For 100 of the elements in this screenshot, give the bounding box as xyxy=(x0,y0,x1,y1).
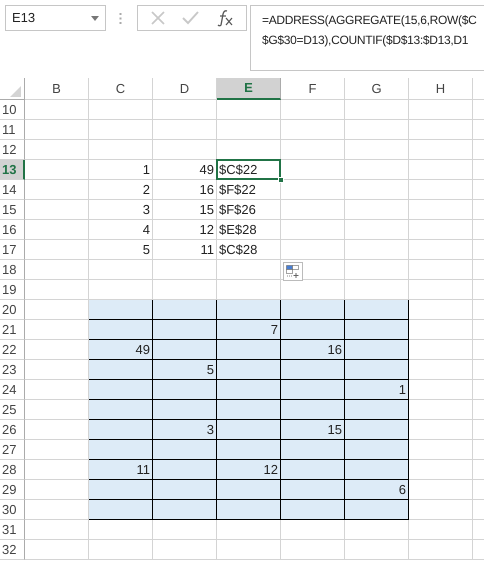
cell-value: 11 xyxy=(136,460,150,479)
cell-value: 49 xyxy=(136,340,150,359)
cell-value: 12 xyxy=(264,460,278,479)
cell-value: 5 xyxy=(142,240,150,259)
row-header[interactable]: 13 xyxy=(0,160,25,180)
row-header[interactable]: 16 xyxy=(0,220,25,240)
function-icon[interactable] xyxy=(216,9,234,27)
formula-text: =ADDRESS(AGGREGATE(15,6,ROW($C xyxy=(262,12,476,29)
grid-cell xyxy=(217,520,281,540)
grid-cell xyxy=(25,140,89,160)
cell-value: 1 xyxy=(142,160,150,179)
row-header[interactable]: 25 xyxy=(0,400,25,420)
column-header[interactable]: B xyxy=(25,78,89,100)
grid-cell xyxy=(25,260,89,280)
grid-cell xyxy=(345,260,409,280)
grid-cell xyxy=(345,160,409,180)
grid-cell xyxy=(345,100,409,120)
fill-handle[interactable] xyxy=(278,177,284,183)
column-header[interactable]: D xyxy=(153,78,217,100)
column-header[interactable]: F xyxy=(281,78,345,100)
grid-cell xyxy=(345,540,409,560)
cell-value: 4 xyxy=(142,220,150,239)
grid-cell xyxy=(345,200,409,220)
row-header[interactable]: 23 xyxy=(0,360,25,380)
column-header[interactable]: G xyxy=(345,78,409,100)
grid-cell xyxy=(409,180,473,200)
row-header[interactable]: 14 xyxy=(0,180,25,200)
row-header[interactable]: 22 xyxy=(0,340,25,360)
grid-cell xyxy=(409,320,473,340)
grid-cell xyxy=(409,100,473,120)
grid-cell xyxy=(89,520,153,540)
row-header[interactable]: 24 xyxy=(0,380,25,400)
row-header[interactable]: 17 xyxy=(0,240,25,260)
checkmark-icon[interactable] xyxy=(182,11,200,25)
grid-cell xyxy=(25,540,89,560)
row-header[interactable]: 28 xyxy=(0,460,25,480)
selected-cell[interactable]: $C$22 xyxy=(216,159,281,180)
grid-cell xyxy=(89,100,153,120)
row-header[interactable]: 32 xyxy=(0,540,25,560)
cell-value: 15 xyxy=(328,420,342,439)
row-header[interactable]: 29 xyxy=(0,480,25,500)
cell-value: 1 xyxy=(398,380,406,399)
row-header[interactable]: 27 xyxy=(0,440,25,460)
row-header[interactable]: 10 xyxy=(0,100,25,120)
grid-cell xyxy=(409,260,473,280)
grid-cell xyxy=(217,540,281,560)
row-header[interactable]: 31 xyxy=(0,520,25,540)
grid-cell xyxy=(409,280,473,300)
grid-cell xyxy=(281,540,345,560)
row-header[interactable]: 30 xyxy=(0,500,25,520)
cell-value: 6 xyxy=(398,480,406,499)
grid-cell xyxy=(25,100,89,120)
grid-cell xyxy=(409,500,473,520)
column-header[interactable]: H xyxy=(409,78,473,100)
cell-value: 16 xyxy=(200,180,214,199)
grid-cell xyxy=(281,140,345,160)
row-header[interactable]: 20 xyxy=(0,300,25,320)
cell-value: $F$26 xyxy=(219,200,256,219)
grid-cell xyxy=(409,440,473,460)
grid-cell xyxy=(409,200,473,220)
row-header[interactable]: 15 xyxy=(0,200,25,220)
cell-value: 12 xyxy=(200,220,214,239)
row-header[interactable]: 19 xyxy=(0,280,25,300)
column-header[interactable]: E xyxy=(217,78,281,100)
cell-value: 7 xyxy=(270,320,278,339)
grid-cell xyxy=(153,120,217,140)
grid-cell xyxy=(409,520,473,540)
grid-cell xyxy=(281,160,345,180)
grid-cell xyxy=(345,220,409,240)
cell-value: 15 xyxy=(200,200,214,219)
grid-cell xyxy=(89,120,153,140)
grid-cell xyxy=(345,140,409,160)
grid-cell xyxy=(409,460,473,480)
grid-cell xyxy=(409,160,473,180)
cell-value: 11 xyxy=(200,240,214,259)
cell-value: 49 xyxy=(200,160,214,179)
grid-cell xyxy=(153,520,217,540)
grid-cell xyxy=(153,100,217,120)
column-header[interactable]: C xyxy=(89,78,153,100)
dropdown-caret-icon xyxy=(91,16,99,20)
cell-value: 3 xyxy=(142,200,150,219)
name-box[interactable]: E13 xyxy=(5,5,106,31)
cell-value: $F$22 xyxy=(219,180,256,199)
grid-cell xyxy=(409,360,473,380)
grid-cell xyxy=(409,240,473,260)
row-header[interactable]: 21 xyxy=(0,320,25,340)
grid-cell xyxy=(25,520,89,540)
grid-cell xyxy=(409,400,473,420)
cell-value: 2 xyxy=(142,180,150,199)
paste-options-button[interactable] xyxy=(283,262,303,281)
row-header[interactable]: 11 xyxy=(0,120,25,140)
row-header[interactable]: 26 xyxy=(0,420,25,440)
row-header[interactable]: 18 xyxy=(0,260,25,280)
cell-reference: E13 xyxy=(12,9,36,28)
grid-cell xyxy=(217,100,281,120)
formula-bar[interactable]: =ADDRESS(AGGREGATE(15,6,ROW($C $G$30=D13),COUNTIF($D$13:$D13,D1 xyxy=(250,5,484,71)
grid-cell xyxy=(409,140,473,160)
triangle-icon xyxy=(10,86,21,97)
grid-cell xyxy=(409,540,473,560)
grid-cell xyxy=(345,180,409,200)
